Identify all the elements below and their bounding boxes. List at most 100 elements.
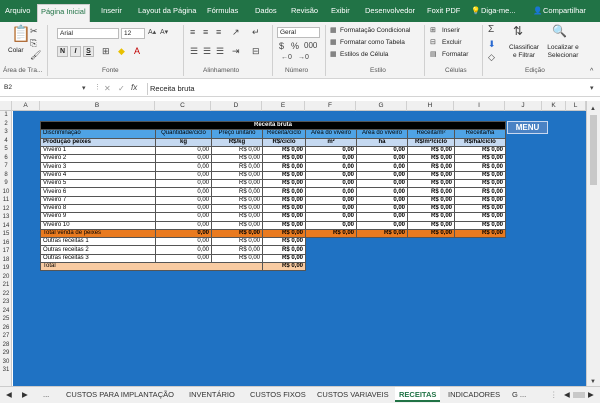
table-cell[interactable]: 0,00 (305, 154, 357, 164)
table-cell[interactable]: R$ 0,00 (211, 220, 263, 230)
table-cell[interactable]: 0,00 (155, 253, 212, 264)
sheet-tab-custos-fixos[interactable]: CUSTOS FIXOS (250, 390, 306, 399)
column-header[interactable]: Receita/ciclo (262, 129, 306, 139)
menu-button[interactable]: MENU (507, 121, 548, 134)
table-cell[interactable]: R$ 0,00 (211, 179, 263, 189)
table-cell[interactable]: 0,00 (305, 195, 357, 205)
table-cell[interactable]: 0,00 (155, 245, 212, 255)
paste-icon[interactable]: 📋 (11, 27, 31, 43)
format-table-button[interactable]: Formatar como Tabela (340, 39, 405, 46)
row-header[interactable]: 18 (0, 257, 12, 263)
align-center-icon[interactable]: ☰ (203, 46, 211, 56)
bold-button[interactable]: N (57, 46, 68, 57)
prev-sheet-icon[interactable]: ◀ (6, 390, 12, 399)
tab-desenvolvedor[interactable]: Desenvolvedor (365, 6, 415, 15)
increase-decimal-icon[interactable]: ←0 (281, 53, 292, 63)
table-cell[interactable]: R$ 0,00 (262, 195, 306, 205)
tab-formulas[interactable]: Fórmulas (207, 6, 238, 15)
table-cell[interactable]: R$ 0,00 (407, 220, 455, 230)
table-cell[interactable]: R$ 0,00 (407, 195, 455, 205)
row-label[interactable]: Outras receitas 1 (40, 237, 156, 247)
tab-inserir[interactable]: Inserir (101, 6, 122, 15)
table-cell[interactable]: 0,00 (155, 212, 212, 222)
select-all-corner[interactable] (0, 101, 12, 111)
row-header[interactable]: 11 (0, 197, 12, 203)
table-cell[interactable]: R$ 0,00 (262, 237, 306, 247)
fill-icon[interactable]: ⬇ (488, 39, 496, 49)
row-header[interactable]: 10 (0, 189, 12, 195)
autosum-icon[interactable]: Σ (488, 25, 494, 35)
col-header-f[interactable]: F (305, 101, 356, 111)
row-header[interactable]: 2 (0, 121, 12, 127)
row-header[interactable]: 21 (0, 282, 12, 288)
row-header[interactable]: 12 (0, 206, 12, 212)
unit-cell[interactable]: R$/ha/ciclo (454, 137, 506, 147)
row-header[interactable]: 3 (0, 129, 12, 135)
column-header[interactable]: Quantidade/ciclo (155, 129, 212, 139)
col-header-l[interactable]: L (566, 101, 586, 111)
table-cell[interactable]: 0,00 (356, 212, 408, 222)
table-cell[interactable]: R$ 0,00 (211, 187, 263, 197)
unit-cell[interactable]: R$/m²/ciclo (407, 137, 455, 147)
table-cell[interactable]: 0,00 (356, 203, 408, 214)
conditional-format-button[interactable]: Formatação Condicional (340, 27, 410, 34)
table-cell[interactable]: R$ 0,00 (262, 179, 306, 189)
table-cell[interactable]: 0,00 (356, 220, 408, 230)
table-cell[interactable]: 0,00 (305, 162, 357, 172)
find-select-button[interactable]: Localizar e Selecionar (544, 44, 582, 60)
insert-function-icon[interactable]: fx (131, 83, 137, 93)
col-header-g[interactable]: G (356, 101, 407, 111)
cut-icon[interactable]: ✂ (30, 26, 38, 36)
row-label[interactable]: Viveiro 9 (40, 212, 156, 222)
row-header[interactable]: 19 (0, 265, 12, 271)
table-cell[interactable]: R$ 0,00 (454, 187, 506, 197)
table-title[interactable]: Receita bruta (40, 120, 506, 131)
table-cell[interactable]: R$ 0,00 (262, 245, 306, 255)
row-header[interactable]: 8 (0, 172, 12, 178)
unit-cell[interactable]: m² (305, 137, 357, 147)
row-header[interactable]: 26 (0, 325, 12, 331)
scroll-up-icon[interactable]: ▲ (590, 104, 596, 114)
table-cell[interactable]: R$ 0,00 (211, 253, 263, 264)
table-cell[interactable]: R$ 0,00 (211, 245, 263, 255)
expand-formula-icon[interactable]: ▾ (590, 84, 594, 94)
table-cell[interactable]: R$ 0,00 (407, 154, 455, 164)
collapse-ribbon-icon[interactable]: ^ (590, 67, 593, 77)
unit-cell[interactable]: R$/ciclo (262, 137, 306, 147)
col-header-c[interactable]: C (155, 101, 211, 111)
total-cell[interactable]: R$ 0,00 (454, 228, 506, 239)
table-cell[interactable]: R$ 0,00 (454, 220, 506, 230)
row-header[interactable]: 30 (0, 359, 12, 365)
table-cell[interactable]: 0,00 (356, 187, 408, 197)
row-header[interactable]: 14 (0, 223, 12, 229)
tab-dados[interactable]: Dados (255, 6, 277, 15)
tab-pagina-inicial[interactable]: Página Inicial (37, 4, 90, 22)
row-label[interactable]: Outras receitas 3 (40, 253, 156, 264)
table-cell[interactable]: R$ 0,00 (262, 253, 306, 264)
table-cell[interactable]: 0,00 (155, 195, 212, 205)
table-cell[interactable]: 0,00 (356, 162, 408, 172)
horizontal-scroll-thumb[interactable] (573, 392, 585, 398)
table-cell[interactable]: R$ 0,00 (211, 170, 263, 181)
unit-cell[interactable]: ha (356, 137, 408, 147)
name-box-dropdown-icon[interactable]: ▾ (82, 84, 86, 94)
column-header[interactable]: Área do viveiro (356, 129, 408, 139)
col-header-j[interactable]: J (505, 101, 542, 111)
number-format-select[interactable]: Geral (277, 27, 320, 38)
sort-filter-button[interactable]: Classificar e Filtrar (507, 44, 541, 60)
font-name-select[interactable]: Arial (57, 28, 119, 39)
row-label[interactable]: Viveiro 2 (40, 154, 156, 164)
sheet-tab-receitas[interactable]: RECEITAS (395, 387, 441, 402)
name-box[interactable]: B2 (2, 83, 79, 95)
sheet-tab-more[interactable]: ... (43, 390, 49, 399)
row-label[interactable]: Viveiro 10 (40, 220, 156, 230)
tab-arquivo[interactable]: Arquivo (5, 6, 30, 15)
row-header[interactable]: 27 (0, 333, 12, 339)
row-label[interactable]: Viveiro 5 (40, 179, 156, 189)
table-cell[interactable]: 0,00 (305, 212, 357, 222)
col-header-b[interactable]: B (40, 101, 155, 111)
delete-cells-button[interactable]: Excluir (442, 39, 462, 46)
table-cell[interactable]: R$ 0,00 (454, 162, 506, 172)
align-right-icon[interactable]: ☰ (216, 46, 224, 56)
table-cell[interactable]: R$ 0,00 (211, 237, 263, 247)
